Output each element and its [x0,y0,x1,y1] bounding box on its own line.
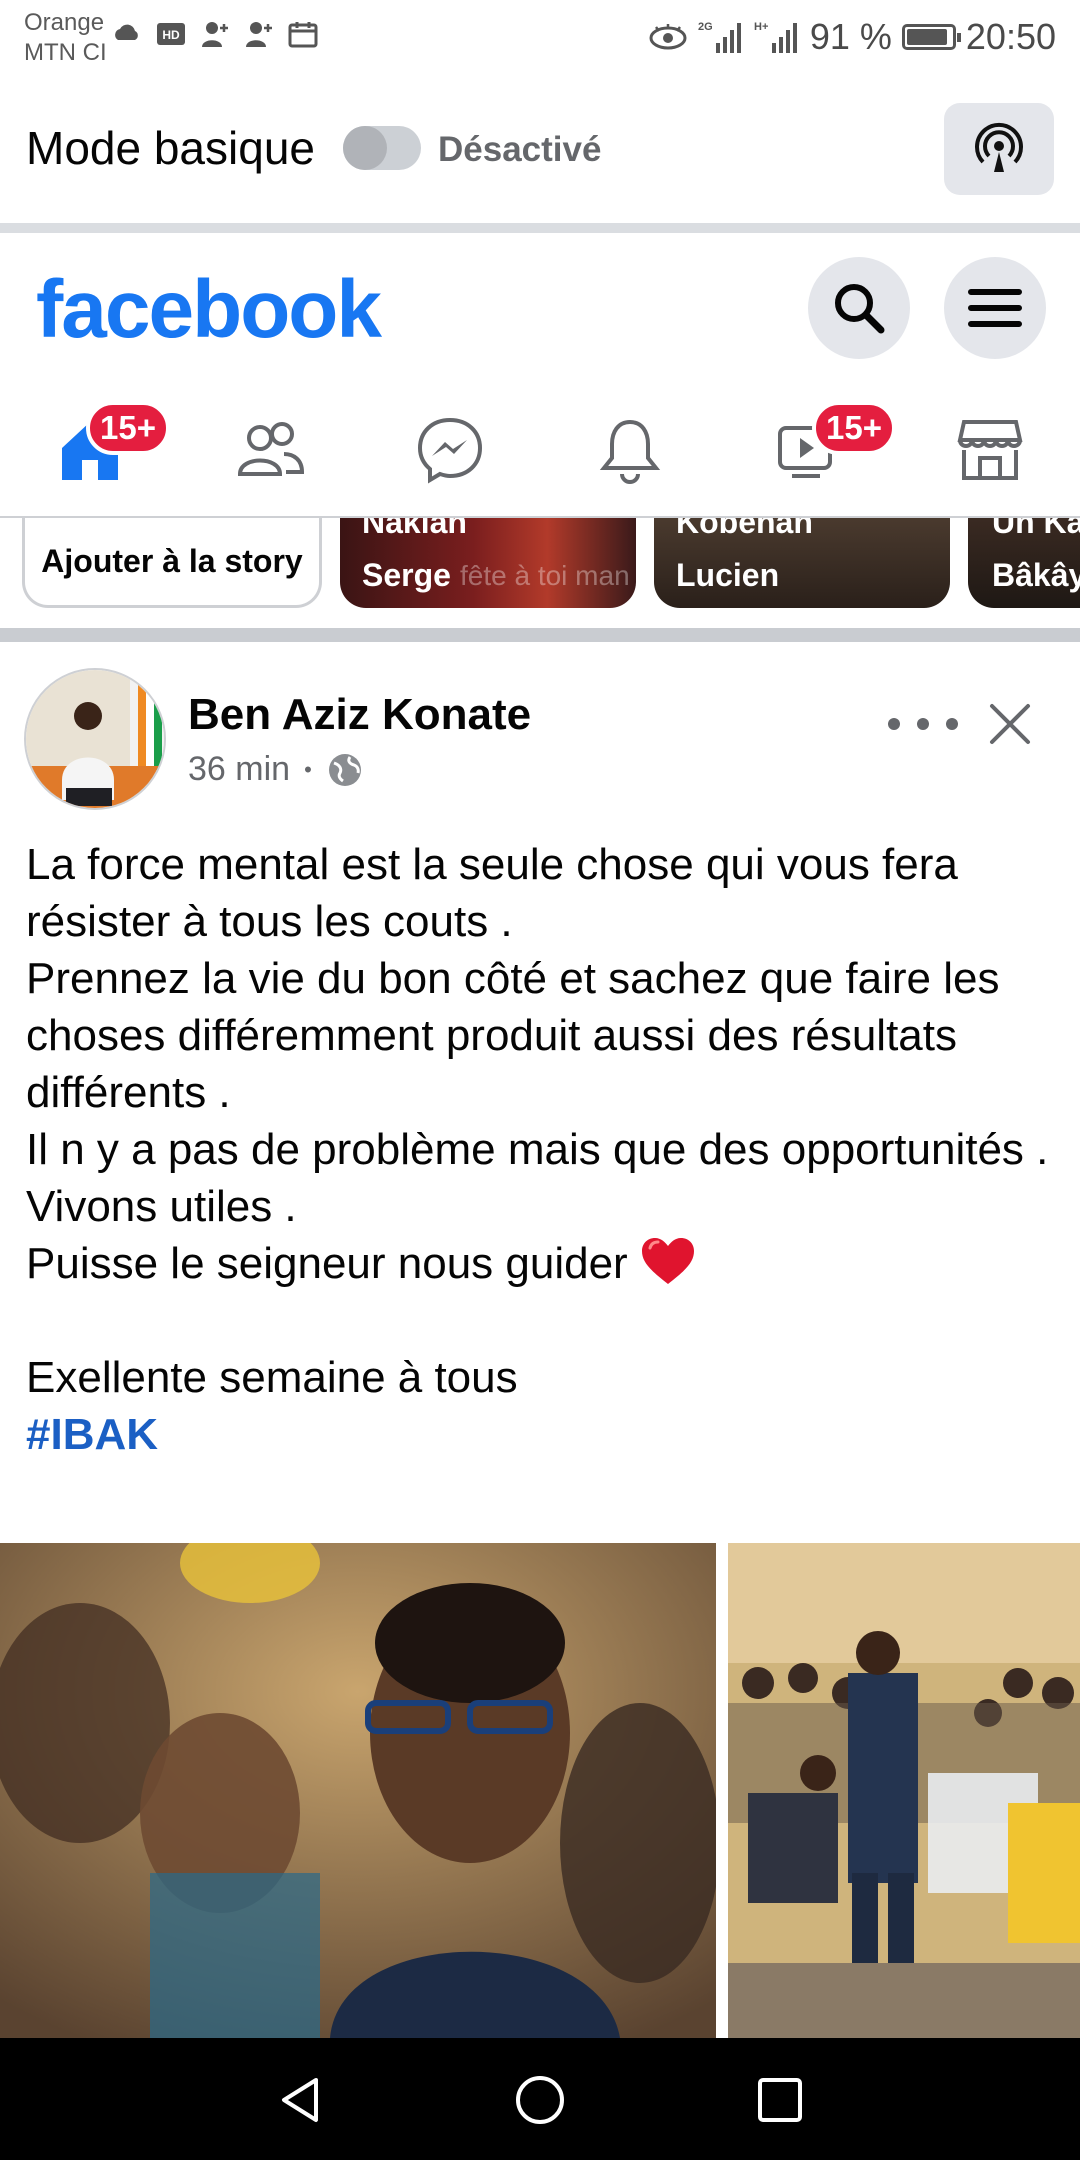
divider [0,223,1080,233]
story-top-text: Naklan [362,518,467,540]
basic-mode-toggle[interactable] [343,126,421,170]
heart-emoji-icon [641,1238,694,1284]
system-navigation-bar [0,2038,1080,2160]
post-time[interactable]: 36 min [188,750,290,789]
tab-friends[interactable] [180,383,360,516]
post-photo-2[interactable] [728,1543,1080,2038]
facebook-logo[interactable]: facebook [36,263,382,357]
story-overlay-text: fête à toi man [460,560,630,591]
tab-watch[interactable]: 15+ [720,383,900,516]
tab-messenger[interactable] [360,383,540,516]
eye-comfort-icon [649,24,687,50]
main-nav-tabs: 15+ 15+ [0,383,1080,518]
clock: 20:50 [965,16,1056,57]
post-author[interactable]: Ben Aziz Konate [188,690,531,740]
svg-text:2G: 2G [698,21,713,33]
post-line: Puisse le seigneur nous guider [26,1239,628,1288]
battery-icon [901,24,961,50]
carrier-line-1: Orange [24,9,105,36]
add-contact-icon [202,22,228,47]
story-name: Lucien [676,557,780,593]
post-line: Il n y a pas de problème mais que des op… [26,1125,1049,1174]
status-icons-right: 2G H+ 91 % 20:50 [648,16,1056,58]
hamburger-menu-icon [968,289,1022,327]
home-circle-icon[interactable] [514,2074,566,2126]
avatar[interactable] [24,668,166,810]
basic-mode-status: Désactivé [438,130,602,169]
calendar-icon [288,22,318,48]
signal-icon: 2G [698,21,741,53]
basic-mode-title: Mode basique [26,122,315,174]
recents-icon[interactable] [754,2074,806,2126]
friends-icon [237,421,305,476]
close-icon[interactable] [980,694,1040,754]
story-card[interactable]: Kobenan Lucien [654,518,950,608]
post-body: La force mental est la seule chose qui v… [26,836,1056,1463]
post-meta: 36 min • [188,750,364,789]
tab-notifications[interactable] [540,383,720,516]
svg-text:HD: HD [162,28,180,42]
hashtag-link[interactable]: #IBAK [26,1410,158,1459]
profile-photo [26,670,164,808]
story-name: Bâkây [992,557,1080,593]
post-photo-1[interactable] [0,1543,716,2038]
bell-icon [599,419,661,484]
status-bar: Orange MTN CI HD 2G H+ 91 % 20:50 [0,0,1080,75]
post-line: La force mental est la seule chose qui v… [26,840,958,946]
tab-marketplace[interactable] [900,383,1080,516]
stories-tray: Ajouter à la story Naklan fête à toi man… [0,518,1080,628]
menu-button[interactable] [944,257,1046,359]
photo-event-audience [728,1543,1080,2038]
divider [0,628,1080,642]
signal-icon-2: H+ [754,21,797,53]
story-card[interactable]: Naklan fête à toi man Serge [340,518,636,608]
back-icon[interactable] [274,2074,326,2126]
story-card[interactable]: Un Ka Bâkây [968,518,1080,608]
svg-text:H+: H+ [754,21,768,33]
post-options-button[interactable] [888,704,958,744]
broadcast-icon [975,122,1023,172]
live-broadcast-button[interactable] [944,103,1054,195]
story-name: Serge [362,557,451,593]
search-icon [835,284,885,334]
add-to-story-button[interactable]: Ajouter à la story [22,518,322,608]
hd-icon: HD [157,23,185,45]
story-top-text: Un Ka [992,518,1080,540]
status-icons-left: HD [112,20,318,48]
post-line: Prennez la vie du bon côté et sachez que… [26,954,1000,1117]
add-contact-icon-2 [246,22,272,47]
battery-percent: 91 % [809,16,892,57]
post-line [26,1292,1056,1349]
photo-portrait [0,1543,716,2038]
post-line: Exellente semaine à tous [26,1353,518,1402]
search-button[interactable] [808,257,910,359]
basic-mode-bar: Mode basique Désactivé [0,75,1080,225]
watch-badge: 15+ [812,401,896,455]
carrier-line-2: MTN CI [24,39,107,66]
story-top-text: Kobenan [676,518,813,540]
app-header: facebook [0,233,1080,383]
home-badge: 15+ [86,401,170,455]
post-header: Ben Aziz Konate 36 min • [0,642,1080,822]
messenger-icon [417,417,483,484]
post-line-with-heart: Puisse le seigneur nous guider [26,1235,1056,1292]
post-photos [0,1543,1080,2038]
globe-icon [328,753,361,786]
meta-separator: • [304,756,312,782]
carrier-name: Orange MTN CI [24,8,107,68]
tab-home[interactable]: 15+ [0,383,180,516]
shop-icon [957,419,1023,480]
cloud-icon [115,24,138,40]
post-line: Vivons utiles . [26,1182,297,1231]
